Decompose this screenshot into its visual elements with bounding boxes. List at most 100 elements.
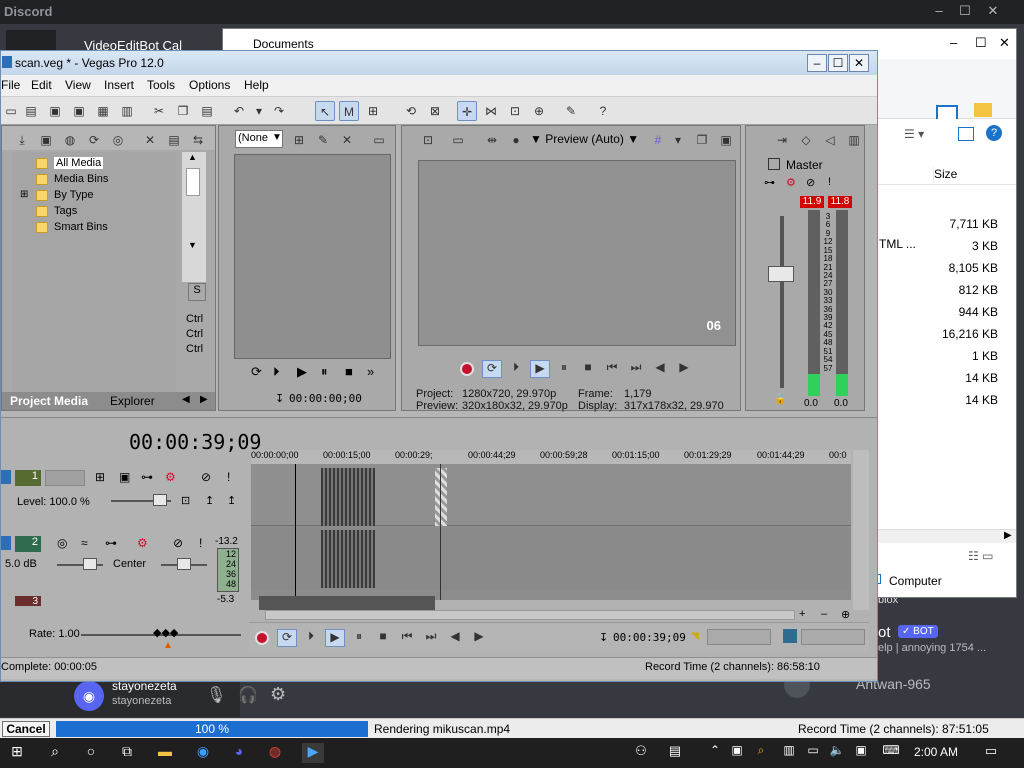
tab-explorer[interactable]: Explorer — [110, 394, 155, 408]
menu-insert[interactable]: Insert — [104, 78, 134, 92]
cut-icon[interactable]: ✂ — [149, 101, 169, 121]
stop-icon[interactable]: ■ — [578, 360, 598, 378]
capture-video-icon[interactable]: ▣ — [36, 130, 56, 150]
more-icon[interactable]: » — [367, 364, 374, 379]
snapping-icon[interactable]: ✛ — [457, 101, 477, 121]
tab-project-media[interactable]: Project Media — [10, 394, 88, 408]
loop-playback-icon[interactable]: ⟳ — [482, 360, 502, 378]
track-name-field[interactable] — [45, 470, 85, 486]
trimmer-view[interactable] — [234, 154, 391, 359]
zoom-tool-icon[interactable]: ⊕ — [841, 608, 850, 621]
preview-quality-dropdown[interactable]: ▼ Preview (Auto) ▼ — [530, 132, 639, 146]
track-options-icon[interactable]: ⊡ — [181, 494, 190, 507]
trimmer-video-icon[interactable]: ▭ — [369, 130, 389, 150]
go-to-start-icon[interactable]: ⏮ — [397, 629, 417, 647]
tab-scroll-left-icon[interactable]: ◀ — [182, 394, 190, 405]
undo-dropdown-icon[interactable]: ▾ — [249, 101, 269, 121]
invert-phase-icon[interactable]: ≈ — [81, 536, 88, 550]
envelope-edit-tool-icon[interactable]: M — [339, 101, 359, 121]
menu-view[interactable]: View — [65, 78, 91, 92]
overlays-icon[interactable]: # — [648, 130, 668, 150]
nav-computer[interactable]: Computer — [871, 572, 1016, 592]
mute-icon[interactable]: ⊘ — [173, 536, 183, 550]
next-frame-icon[interactable]: ▶ — [469, 629, 489, 647]
composite-mode-icon[interactable]: ⊞ — [95, 470, 105, 484]
timeline-vscroll[interactable] — [853, 450, 869, 610]
browser-icon[interactable]: ◉ — [192, 743, 214, 763]
tree-by-type[interactable]: By Type — [54, 189, 94, 201]
new-project-icon[interactable]: ▭ — [1, 101, 21, 121]
play-from-start-icon[interactable]: ⏵ — [506, 360, 526, 378]
go-to-end-icon[interactable]: ⏭ — [626, 360, 646, 378]
level-slider[interactable] — [153, 494, 167, 506]
mute-icon[interactable]: ⊘ — [201, 470, 211, 484]
avatar[interactable]: ◉ — [74, 681, 104, 711]
keyboard-icon[interactable]: ⌨ — [880, 743, 902, 763]
trimmer-add-icon[interactable]: ⊞ — [289, 130, 309, 150]
people-icon[interactable]: ⚇ — [630, 743, 652, 763]
explorer-minimize-icon[interactable]: – — [950, 35, 957, 50]
tray-chevron-icon[interactable]: ⌃ — [704, 743, 726, 763]
cortana-icon[interactable]: ○ — [80, 743, 102, 763]
mixer-view-icon[interactable]: ▥ — [844, 130, 864, 150]
network-icon[interactable]: ▭ — [802, 743, 824, 763]
lock-envelopes-icon[interactable]: ⊠ — [425, 101, 445, 121]
zoom-scroll[interactable] — [265, 610, 795, 620]
menu-edit[interactable]: Edit — [31, 78, 52, 92]
play-icon[interactable]: ▶ — [297, 364, 307, 380]
preview-device-icon[interactable]: ▭ — [448, 130, 468, 150]
paste-icon[interactable]: ▤ — [197, 101, 217, 121]
scroll-right-icon[interactable]: ▶ — [1004, 530, 1012, 541]
record-icon[interactable] — [255, 631, 269, 645]
close-icon[interactable]: ✕ — [980, 3, 1006, 21]
video-event-selected[interactable] — [435, 468, 447, 526]
tree-all-media[interactable]: All Media — [54, 157, 104, 169]
cancel-button[interactable]: Cancel — [2, 721, 50, 737]
trimmer-fx-icon[interactable]: ✎ — [313, 130, 333, 150]
selection-length-field[interactable] — [801, 629, 865, 645]
solo-icon[interactable]: ! — [199, 536, 202, 550]
rate-slider[interactable]: ◆◆◆ — [153, 626, 178, 639]
scroll-up-icon[interactable]: ▲ — [188, 152, 197, 162]
play-icon[interactable]: ▶ — [325, 629, 345, 647]
zoom-in-icon[interactable]: + — [799, 608, 805, 620]
redo-icon[interactable]: ↷ — [269, 101, 289, 121]
explorer-maximize-icon[interactable]: ☐ — [975, 35, 987, 51]
speaker-icon[interactable]: ◁ — [820, 130, 840, 150]
remove-media-icon[interactable]: ✕ — [140, 130, 160, 150]
go-to-start-icon[interactable]: ⏮ — [602, 360, 622, 378]
track-expand-icon[interactable] — [1, 536, 11, 550]
help-icon[interactable]: ? — [986, 125, 1002, 141]
media-properties-icon[interactable]: ▤ — [164, 130, 184, 150]
trimmer-clear-icon[interactable]: ✕ — [337, 130, 357, 150]
pause-icon[interactable]: ⏸ — [349, 629, 369, 647]
solo-icon[interactable]: ! — [227, 470, 230, 484]
track-fx-icon[interactable]: ⚙ — [165, 470, 176, 484]
next-frame-icon[interactable]: ▶ — [674, 360, 694, 378]
auto-crossfade-icon[interactable]: ⋈ — [481, 101, 501, 121]
notifications-icon[interactable]: ▭ — [980, 743, 1002, 763]
tray-app-icon[interactable]: ▥ — [778, 743, 800, 763]
lock-icon[interactable]: 🔒 — [774, 394, 786, 405]
properties-icon[interactable]: ▥ — [117, 101, 137, 121]
size-column-header[interactable]: Size — [934, 167, 957, 181]
zoom-out-icon[interactable]: – — [821, 608, 827, 620]
expand-icon[interactable]: ⊞ — [20, 189, 28, 200]
selection-start-field[interactable] — [707, 629, 771, 645]
split-screen-icon[interactable]: ⇹ — [482, 130, 502, 150]
selection-tool-icon[interactable]: ⊞ — [363, 101, 383, 121]
view-details-icon[interactable]: ☰ ▾ — [904, 127, 924, 141]
tree-smart-bins[interactable]: Smart Bins — [54, 221, 108, 233]
track-fx-icon[interactable]: ⚙ — [137, 536, 148, 550]
prev-frame-icon[interactable]: ◀ — [650, 360, 670, 378]
trimmer-source-dropdown[interactable]: (None ▼ — [235, 130, 283, 148]
render-as-icon[interactable]: ▦ — [93, 101, 113, 121]
media-tree-scrollbar[interactable]: ▲ ▼ — [182, 152, 206, 282]
chrome-icon[interactable]: ◍ — [264, 743, 286, 763]
tray-search-icon[interactable]: ⌕ — [750, 743, 772, 763]
settings-gear-icon[interactable]: ⚙ — [270, 684, 286, 705]
tree-tags[interactable]: Tags — [54, 205, 77, 217]
loop-playback-icon[interactable]: ⟳ — [277, 629, 297, 647]
video-event[interactable] — [321, 468, 375, 526]
normal-edit-tool-icon[interactable]: ↖ — [315, 101, 335, 121]
